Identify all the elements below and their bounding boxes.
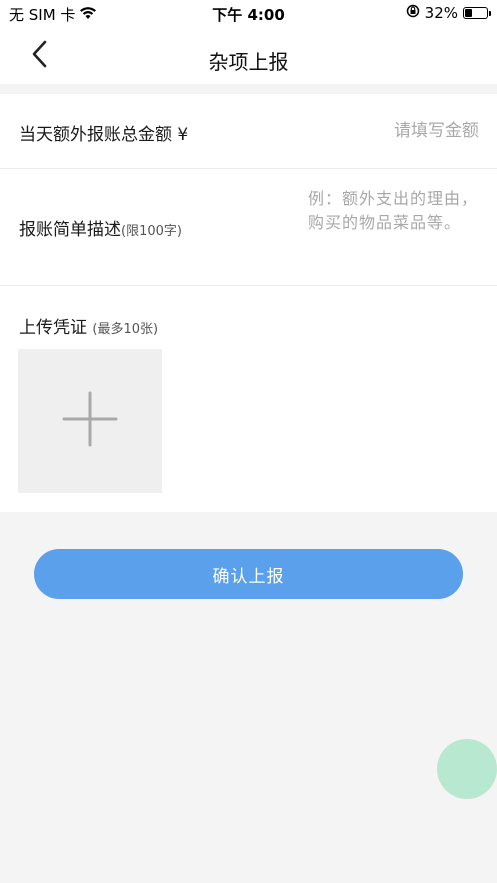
description-limit-hint: (限100字) xyxy=(121,224,182,239)
upload-label: 上传凭证 xyxy=(19,318,87,338)
description-row: 报账简单描述(限100字) xyxy=(0,169,497,286)
battery-percent: 32% xyxy=(424,4,458,22)
plus-icon xyxy=(62,391,118,451)
page-title: 杂项上报 xyxy=(208,50,289,74)
upload-limit-hint: (最多10张) xyxy=(92,322,159,337)
status-bar: 无 SIM 卡 下午 4:00 32% xyxy=(0,0,497,28)
section-divider xyxy=(0,84,497,94)
amount-input[interactable] xyxy=(279,116,479,146)
description-label: 报账简单描述 xyxy=(19,220,121,240)
battery-icon xyxy=(463,7,491,19)
orientation-lock-icon xyxy=(406,4,420,22)
amount-row: 当天额外报账总金额 ¥ xyxy=(0,94,497,169)
floating-action-button[interactable] xyxy=(437,739,497,799)
add-photo-button[interactable] xyxy=(18,349,162,493)
submit-button[interactable]: 确认上报 xyxy=(34,549,463,599)
amount-label: 当天额外报账总金额 ¥ xyxy=(19,125,189,145)
upload-section: 上传凭证 (最多10张) xyxy=(0,286,497,512)
upload-label-group: 上传凭证 (最多10张) xyxy=(19,313,158,338)
report-form: 当天额外报账总金额 ¥ 报账简单描述(限100字) 上传凭证 (最多10张) xyxy=(0,94,497,512)
description-input[interactable] xyxy=(308,187,483,267)
status-right: 32% xyxy=(406,4,491,22)
nav-bar: 杂项上报 xyxy=(0,28,497,84)
battery-fill xyxy=(465,9,472,17)
description-label-group: 报账简单描述(限100字) xyxy=(19,215,182,240)
